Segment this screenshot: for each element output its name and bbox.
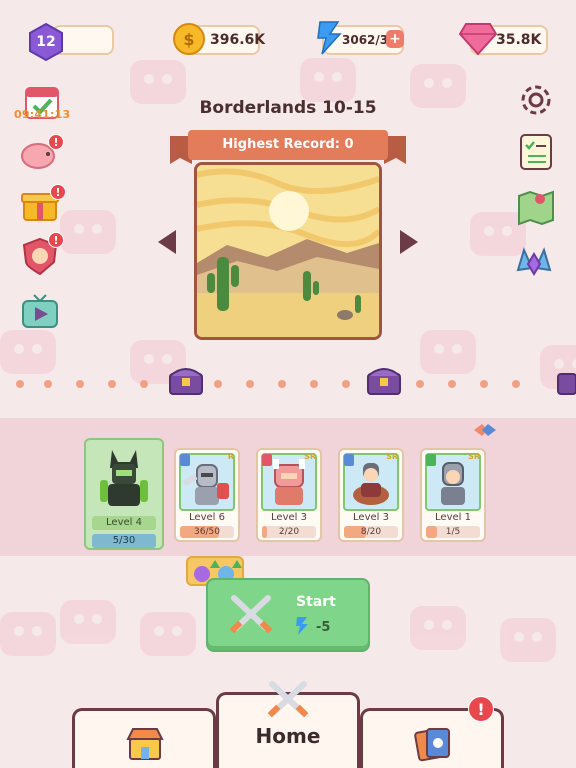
unit-progress-text: 1/5 (445, 527, 461, 537)
handshake-icon[interactable] (472, 420, 498, 440)
rank-label: SR (468, 452, 480, 461)
unit-progress-text: 2/20 (278, 527, 300, 537)
stage-title: Borderlands 10-15 (199, 98, 377, 118)
crossed-swords-icon (267, 681, 309, 718)
next-stage-arrow[interactable] (400, 230, 418, 254)
class-badge (180, 454, 190, 466)
unit-progress-fill (262, 526, 268, 538)
unit-level: Level 6 (189, 512, 225, 523)
rank-label: SR (304, 452, 316, 461)
highest-record-label: Highest Record: 0 (222, 137, 354, 152)
energy-cost: -5 (316, 620, 331, 635)
rank-label: R (227, 452, 234, 461)
hero-card[interactable]: Level 4 5/30 (84, 438, 164, 550)
unit-level: Level 3 (271, 512, 307, 523)
hands-crystal-icon[interactable] (514, 240, 554, 280)
level-badge-icon[interactable]: 12 (26, 22, 66, 62)
add-energy-button[interactable]: + (386, 30, 404, 48)
coin-amount: 396.6K (210, 32, 266, 48)
prev-stage-arrow[interactable] (158, 230, 176, 254)
stage-scene[interactable] (194, 162, 382, 340)
hero-level: Level 4 (92, 516, 156, 530)
unit-card[interactable]: SR Level 3 8/20 (338, 448, 404, 542)
cards-alert-badge: ! (468, 696, 494, 722)
hero-progress: 5/30 (92, 534, 156, 548)
start-label: Start (296, 594, 336, 610)
crossed-swords-icon (229, 595, 273, 634)
chest-icon[interactable] (364, 362, 404, 396)
chest-icon[interactable] (166, 362, 206, 396)
cards-icon (414, 728, 450, 762)
map-icon[interactable] (516, 186, 556, 226)
coin-icon: $ (173, 23, 205, 55)
bolt-icon (317, 21, 342, 55)
gift-alert-badge: ! (50, 184, 66, 200)
player-level: 12 (36, 34, 56, 50)
piggy-alert-badge: ! (48, 134, 64, 150)
rank-label: SR (386, 452, 398, 461)
class-badge (262, 454, 272, 466)
gem-amount: 35.8K (496, 32, 542, 48)
unit-card[interactable]: SR Level 1 1/5 (420, 448, 486, 542)
shield-alert-badge: ! (48, 232, 64, 248)
unit-level: Level 3 (353, 512, 389, 523)
unit-card[interactable]: SR Level 3 2/20 (256, 448, 322, 542)
unit-progress: 1/5 (426, 526, 480, 538)
tv-icon[interactable] (20, 292, 60, 332)
desert-scene-art (197, 165, 379, 337)
hero-portrait (100, 450, 148, 506)
unit-level: Level 1 (435, 512, 471, 523)
bolt-icon (296, 617, 308, 635)
unit-progress-fill (426, 526, 437, 538)
class-badge (426, 454, 436, 466)
svg-text:$: $ (183, 30, 194, 49)
chest-icon[interactable] (556, 362, 576, 396)
home-label: Home (255, 724, 321, 748)
unit-progress-text: 8/20 (360, 527, 382, 537)
gem-icon (458, 23, 498, 56)
nav-tab-shop[interactable] (72, 708, 216, 768)
unit-card[interactable]: R Level 6 36/50 (174, 448, 240, 542)
class-badge (344, 454, 354, 466)
shop-icon (126, 728, 164, 760)
unit-progress: 36/50 (180, 526, 234, 538)
unit-progress: 2/20 (262, 526, 316, 538)
unit-progress-text: 36/50 (194, 527, 220, 537)
checklist-icon[interactable] (516, 132, 556, 172)
unit-progress: 8/20 (344, 526, 398, 538)
